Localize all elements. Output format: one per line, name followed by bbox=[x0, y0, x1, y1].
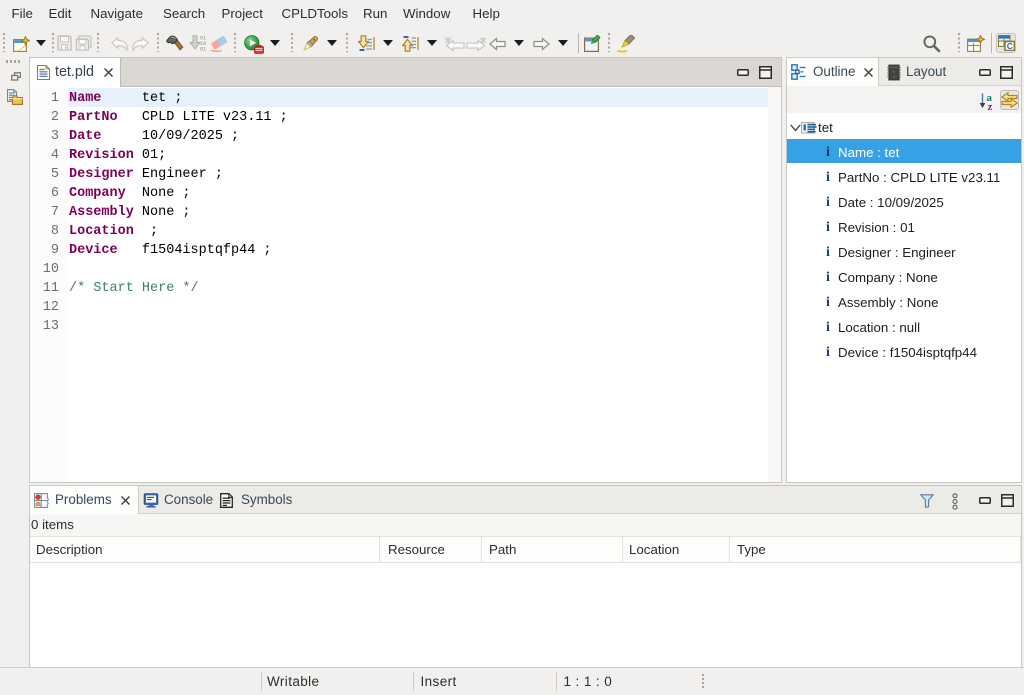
svg-text:C: C bbox=[1007, 41, 1013, 51]
svg-text:01: 01 bbox=[200, 47, 206, 52]
svg-text:z: z bbox=[988, 101, 993, 110]
